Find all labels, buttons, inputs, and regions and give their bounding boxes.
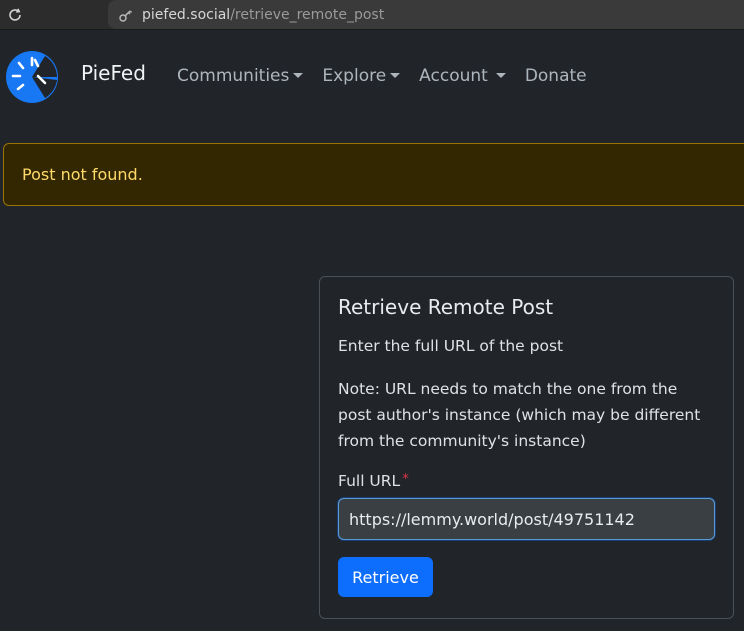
card-note: Note: URL needs to match the one from th… [338,380,701,450]
nav-explore-label: Explore [322,66,387,86]
card-intro: Enter the full URL of the post [338,337,564,355]
required-marker: * [402,472,409,487]
site-permissions-icon[interactable] [118,7,134,23]
reload-icon[interactable] [6,6,24,24]
alert-message: Post not found. [22,165,143,184]
nav-account[interactable]: Account [419,66,506,86]
caret-down-icon [495,72,506,78]
nav-communities-label: Communities [177,66,290,86]
address-bar[interactable]: piefed.social/retrieve_remote_post [108,0,744,29]
url-host: piefed.social [142,6,231,23]
full-url-label-text: Full URL [338,472,401,490]
address-url: piefed.social/retrieve_remote_post [142,7,384,23]
nav-donate[interactable]: Donate [525,66,587,86]
site-navbar: PieFed Communities Explore Account Donat… [0,31,744,121]
nav-explore[interactable]: Explore [322,66,401,86]
piefed-logo-icon[interactable] [5,50,59,104]
url-path: /retrieve_remote_post [230,6,385,23]
brand-name[interactable]: PieFed [81,61,146,85]
nav-communities[interactable]: Communities [177,66,304,86]
warning-alert: Post not found. [3,143,744,206]
nav-donate-label: Donate [524,66,587,86]
card-title: Retrieve Remote Post [338,295,554,319]
browser-toolbar: piefed.social/retrieve_remote_post [0,0,744,30]
main-nav: Communities Explore Account Donate [177,66,606,86]
retrieve-post-card: Retrieve Remote Post Enter the full URL … [319,276,734,619]
full-url-label: Full URL * [338,472,715,490]
caret-down-icon [293,72,304,78]
full-url-input[interactable] [338,498,715,540]
caret-down-icon [390,72,401,78]
nav-account-label: Account [419,66,488,86]
retrieve-button[interactable]: Retrieve [338,557,433,597]
